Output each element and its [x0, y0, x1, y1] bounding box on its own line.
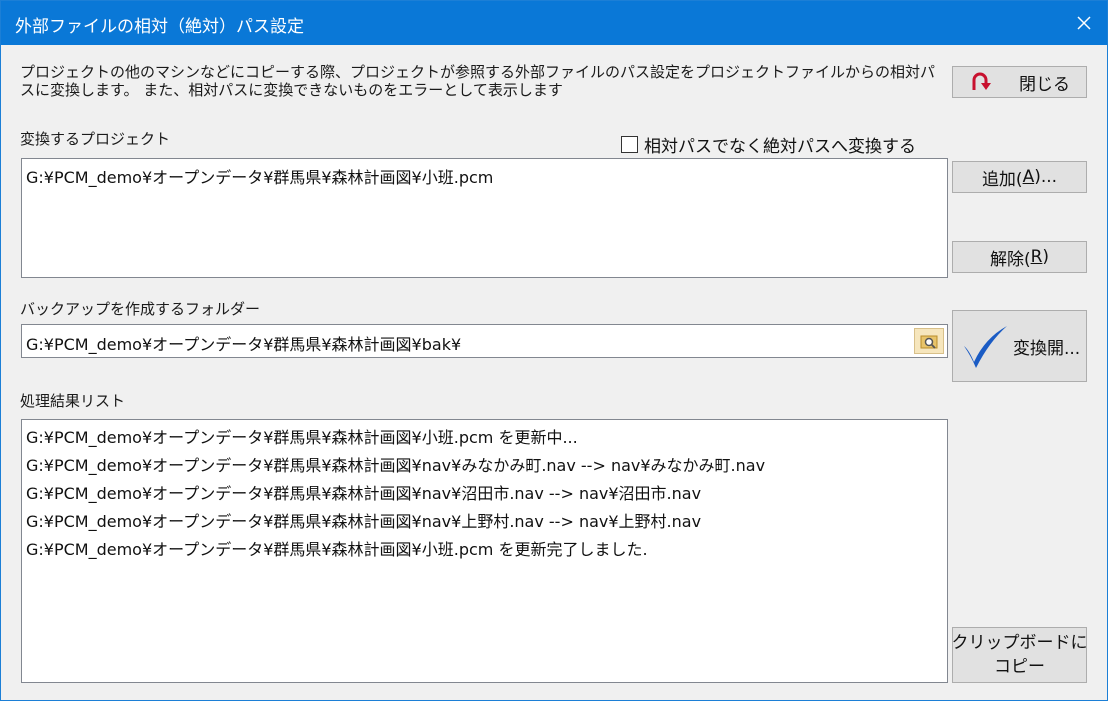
backup-folder-label: バックアップを作成するフォルダー — [20, 300, 261, 318]
remove-button-suffix: ) — [1042, 247, 1050, 267]
checkbox-box[interactable] — [621, 136, 638, 153]
add-button-accesskey: A — [1022, 167, 1035, 187]
backup-folder-input[interactable]: G:¥PCM_demo¥オープンデータ¥群馬県¥森林計画図¥bak¥ — [21, 324, 948, 358]
browse-folder-button[interactable] — [914, 328, 944, 354]
description-text: プロジェクトの他のマシンなどにコピーする際、プロジェクトが参照する外部ファイルの… — [20, 63, 936, 99]
add-button-label: 追加( — [981, 169, 1023, 190]
dialog-window: 外部ファイルの相対（絶対）パス設定 プロジェクトの他のマシンなどにコピーする際、… — [0, 0, 1108, 701]
start-conversion-label: 変換開... — [1013, 338, 1081, 359]
copy-to-clipboard-button[interactable]: クリップボードに コピー — [951, 627, 1088, 683]
project-listbox[interactable]: G:¥PCM_demo¥オープンデータ¥群馬県¥森林計画図¥小班.pcm — [21, 158, 948, 278]
window-close-button[interactable] — [1061, 1, 1107, 45]
remove-button[interactable]: 解除(R) — [952, 241, 1087, 273]
close-icon — [1077, 16, 1091, 30]
add-button[interactable]: 追加(A)... — [952, 161, 1087, 193]
results-label: 処理結果リスト — [20, 392, 126, 410]
remove-button-accesskey: R — [1030, 247, 1043, 267]
result-list-item[interactable]: G:¥PCM_demo¥オープンデータ¥群馬県¥森林計画図¥小班.pcm を更新… — [22, 536, 947, 564]
absolute-path-checkbox[interactable]: 相対パスでなく絶対パスへ変換する — [621, 132, 916, 157]
backup-folder-value: G:¥PCM_demo¥オープンデータ¥群馬県¥森林計画図¥bak¥ — [26, 335, 462, 354]
projects-label: 変換するプロジェクト — [20, 130, 171, 148]
result-list-item[interactable]: G:¥PCM_demo¥オープンデータ¥群馬県¥森林計画図¥nav¥みなかみ町.… — [22, 452, 947, 480]
result-list-item[interactable]: G:¥PCM_demo¥オープンデータ¥群馬県¥森林計画図¥小班.pcm を更新… — [22, 424, 947, 452]
checkmark-icon — [964, 326, 1007, 368]
clipboard-button-line2: コピー — [994, 657, 1045, 677]
window-title: 外部ファイルの相対（絶対）パス設定 — [15, 17, 304, 37]
undo-arrow-icon — [972, 72, 991, 90]
clipboard-button-line1: クリップボードに — [951, 633, 1088, 653]
result-list-item[interactable]: G:¥PCM_demo¥オープンデータ¥群馬県¥森林計画図¥nav¥沼田市.na… — [22, 480, 947, 508]
add-button-suffix: )... — [1034, 167, 1058, 187]
results-listbox[interactable]: G:¥PCM_demo¥オープンデータ¥群馬県¥森林計画図¥小班.pcm を更新… — [21, 419, 948, 683]
start-conversion-button[interactable]: 変換開... — [952, 310, 1087, 382]
folder-search-icon — [920, 335, 938, 349]
result-list-item[interactable]: G:¥PCM_demo¥オープンデータ¥群馬県¥森林計画図¥nav¥上野村.na… — [22, 508, 947, 536]
absolute-path-checkbox-label: 相対パスでなく絶対パスへ変換する — [644, 137, 916, 157]
remove-button-label: 解除( — [989, 249, 1031, 270]
close-button[interactable]: 閉じる — [952, 66, 1087, 98]
project-list-item[interactable]: G:¥PCM_demo¥オープンデータ¥群馬県¥森林計画図¥小班.pcm — [22, 164, 947, 192]
close-button-label: 閉じる — [1019, 74, 1070, 95]
title-bar: 外部ファイルの相対（絶対）パス設定 — [1, 1, 1107, 45]
